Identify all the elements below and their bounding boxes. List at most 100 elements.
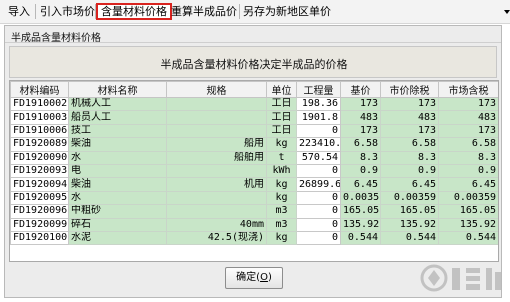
- table-row[interactable]: FD1920089 柴油 船用 kg 223410. 6.58 6.58 6.58: [10, 137, 498, 152]
- base-price-cell: 173: [340, 123, 381, 139]
- material-code-cell: FD1920099: [10, 217, 69, 232]
- menu-content-material-price[interactable]: 含量材料价格: [96, 3, 172, 20]
- table-row[interactable]: FD1910006 技工 工日 0 173 173 173: [10, 123, 498, 139]
- market-price-inc-tax-cell: 483: [438, 110, 498, 125]
- column-header[interactable]: 单位: [266, 81, 297, 98]
- quantity-cell[interactable]: 1901.8: [296, 110, 341, 125]
- market-price-inc-tax-cell: 0.9: [438, 163, 498, 179]
- market-price-inc-tax-cell: 8.3: [438, 150, 498, 165]
- material-name-cell: 水: [68, 190, 167, 206]
- quantity-cell[interactable]: 0: [296, 190, 341, 206]
- unit-cell: kg: [266, 190, 297, 206]
- material-name-cell: 碎石: [68, 217, 167, 232]
- table-row[interactable]: FD1920096 中粗砂 m3 0 165.05 165.05 165.05: [10, 204, 498, 219]
- market-price-inc-tax-cell: 0.544: [438, 230, 498, 246]
- material-name-cell: 柴油: [68, 177, 167, 192]
- menu-import-market-price[interactable]: 引入市场价: [40, 3, 95, 20]
- material-code-cell: FD1920096: [10, 204, 69, 219]
- quantity-cell[interactable]: 198.36: [296, 96, 341, 112]
- table-row[interactable]: FD1920090 水船舶用 t 570.54 8.3 8.3 8.3: [10, 150, 498, 165]
- chevron-down-icon[interactable]: [504, 10, 510, 14]
- material-name-cell: 机械人工: [68, 96, 167, 112]
- column-header[interactable]: 基价: [340, 81, 381, 98]
- market-price-ex-tax-cell: 135.92: [380, 217, 439, 232]
- panel-header-text: 半成品含量材料价格决定半成品的价格: [160, 58, 348, 71]
- quantity-cell[interactable]: 223410.: [296, 137, 341, 152]
- quantity-cell[interactable]: 0: [296, 230, 341, 246]
- material-name-cell: 电: [68, 163, 167, 179]
- market-price-ex-tax-cell: 483: [380, 110, 439, 125]
- column-header[interactable]: 材料编码: [10, 81, 69, 98]
- material-code-cell: FD1920090: [10, 150, 69, 165]
- unit-cell: m3: [266, 204, 297, 219]
- panel-header: 半成品含量材料价格决定半成品的价格: [9, 46, 497, 78]
- market-price-ex-tax-cell: 165.05: [380, 204, 439, 219]
- column-header[interactable]: 市价除税: [380, 81, 439, 98]
- table-row[interactable]: FD1920093 电 kWh 0 0.9 0.9 0.9: [10, 163, 498, 179]
- unit-cell: m3: [266, 217, 297, 232]
- column-header[interactable]: 材料名称: [68, 81, 167, 98]
- table-row[interactable]: FD1920095 水 kg 0 0.0035 0.00359 0.00359: [10, 190, 498, 206]
- material-code-cell: FD1920094: [10, 177, 69, 192]
- market-price-inc-tax-cell: 0.00359: [438, 190, 498, 206]
- menu-import[interactable]: 导入: [8, 3, 30, 20]
- material-name-cell: 中粗砂: [68, 204, 167, 219]
- spec-cell: [166, 110, 267, 125]
- quantity-cell[interactable]: 0: [296, 123, 341, 139]
- watermark-logo-icon: [420, 264, 501, 292]
- quantity-cell[interactable]: 0: [296, 163, 341, 179]
- column-header[interactable]: 规格: [166, 81, 267, 98]
- spec-cell: [166, 123, 267, 139]
- market-price-inc-tax-cell: 173: [438, 123, 498, 139]
- material-code-cell: FD1920100: [10, 230, 69, 246]
- market-price-inc-tax-cell: 135.92: [438, 217, 498, 232]
- table-row[interactable]: FD1920100 水泥 42.5(现浇) kg 0 0.544 0.544 0.544: [10, 230, 498, 246]
- table-row[interactable]: FD1910003 船员人工 工日 1901.8 483 483 483: [10, 110, 498, 125]
- table-row[interactable]: FD1910002 机械人工 工日 198.36 173 173 173: [10, 96, 498, 112]
- spec-cell: [166, 190, 267, 206]
- material-code-cell: FD1910006: [10, 123, 69, 139]
- market-price-inc-tax-cell: 6.58: [438, 137, 498, 152]
- divider: [5, 42, 501, 43]
- table-body: FD1910002 机械人工工日 198.36 173 173 173 FD1910003 船…: [10, 96, 498, 246]
- table-row[interactable]: FD1920099 碎石 40mm m3 0 135.92 135.92 135.92: [10, 217, 498, 232]
- base-price-cell: 0.9: [340, 163, 381, 179]
- ok-button[interactable]: 确定(O): [225, 267, 283, 289]
- menu-recalculate-semi-product-price[interactable]: 重算半成品价: [171, 3, 237, 20]
- material-code-cell: FD1910002: [10, 96, 69, 112]
- column-header[interactable]: 市场含税: [438, 81, 498, 98]
- market-price-ex-tax-cell: 6.45: [380, 177, 439, 192]
- material-name-cell: 水: [68, 150, 167, 165]
- base-price-cell: 6.58: [340, 137, 381, 152]
- base-price-cell: 8.3: [340, 150, 381, 165]
- base-price-cell: 6.45: [340, 177, 381, 192]
- spec-cell: [166, 204, 267, 219]
- unit-cell: kg: [266, 177, 297, 192]
- quantity-cell[interactable]: 0: [296, 217, 341, 232]
- market-price-ex-tax-cell: 8.3: [380, 150, 439, 165]
- spec-cell: 机用: [166, 177, 267, 192]
- menu-save-as-new-region-price[interactable]: 另存为新地区单价: [243, 3, 331, 20]
- market-price-inc-tax-cell: 6.45: [438, 177, 498, 192]
- material-code-cell: FD1920089: [10, 137, 69, 152]
- menu-separator: [239, 4, 240, 19]
- menu-separator: [35, 4, 36, 19]
- quantity-cell[interactable]: 0: [296, 204, 341, 219]
- unit-cell: kg: [266, 137, 297, 152]
- unit-cell: 工日: [266, 110, 297, 125]
- market-price-ex-tax-cell: 0.544: [380, 230, 439, 246]
- unit-cell: t: [266, 150, 297, 165]
- quantity-cell[interactable]: 570.54: [296, 150, 341, 165]
- spec-cell: 船用: [166, 137, 267, 152]
- unit-cell: kWh: [266, 163, 297, 179]
- base-price-cell: 135.92: [340, 217, 381, 232]
- base-price-cell: 483: [340, 110, 381, 125]
- quantity-cell[interactable]: 26899.6: [296, 177, 341, 192]
- material-price-grid: 材料编码 材料名称 规格 单位 工程量 基价 市价除税 市场含税 FD1910002 机械人工工…: [9, 80, 499, 262]
- column-header[interactable]: 工程量: [296, 81, 341, 98]
- base-price-cell: 0.544: [340, 230, 381, 246]
- material-code-cell: FD1920093: [10, 163, 69, 179]
- market-price-inc-tax-cell: 173: [438, 96, 498, 112]
- table-row[interactable]: FD1920094 柴油 机用 kg 26899.6 6.45 6.45 6.45: [10, 177, 498, 192]
- ok-button-label: 确定: [236, 272, 257, 283]
